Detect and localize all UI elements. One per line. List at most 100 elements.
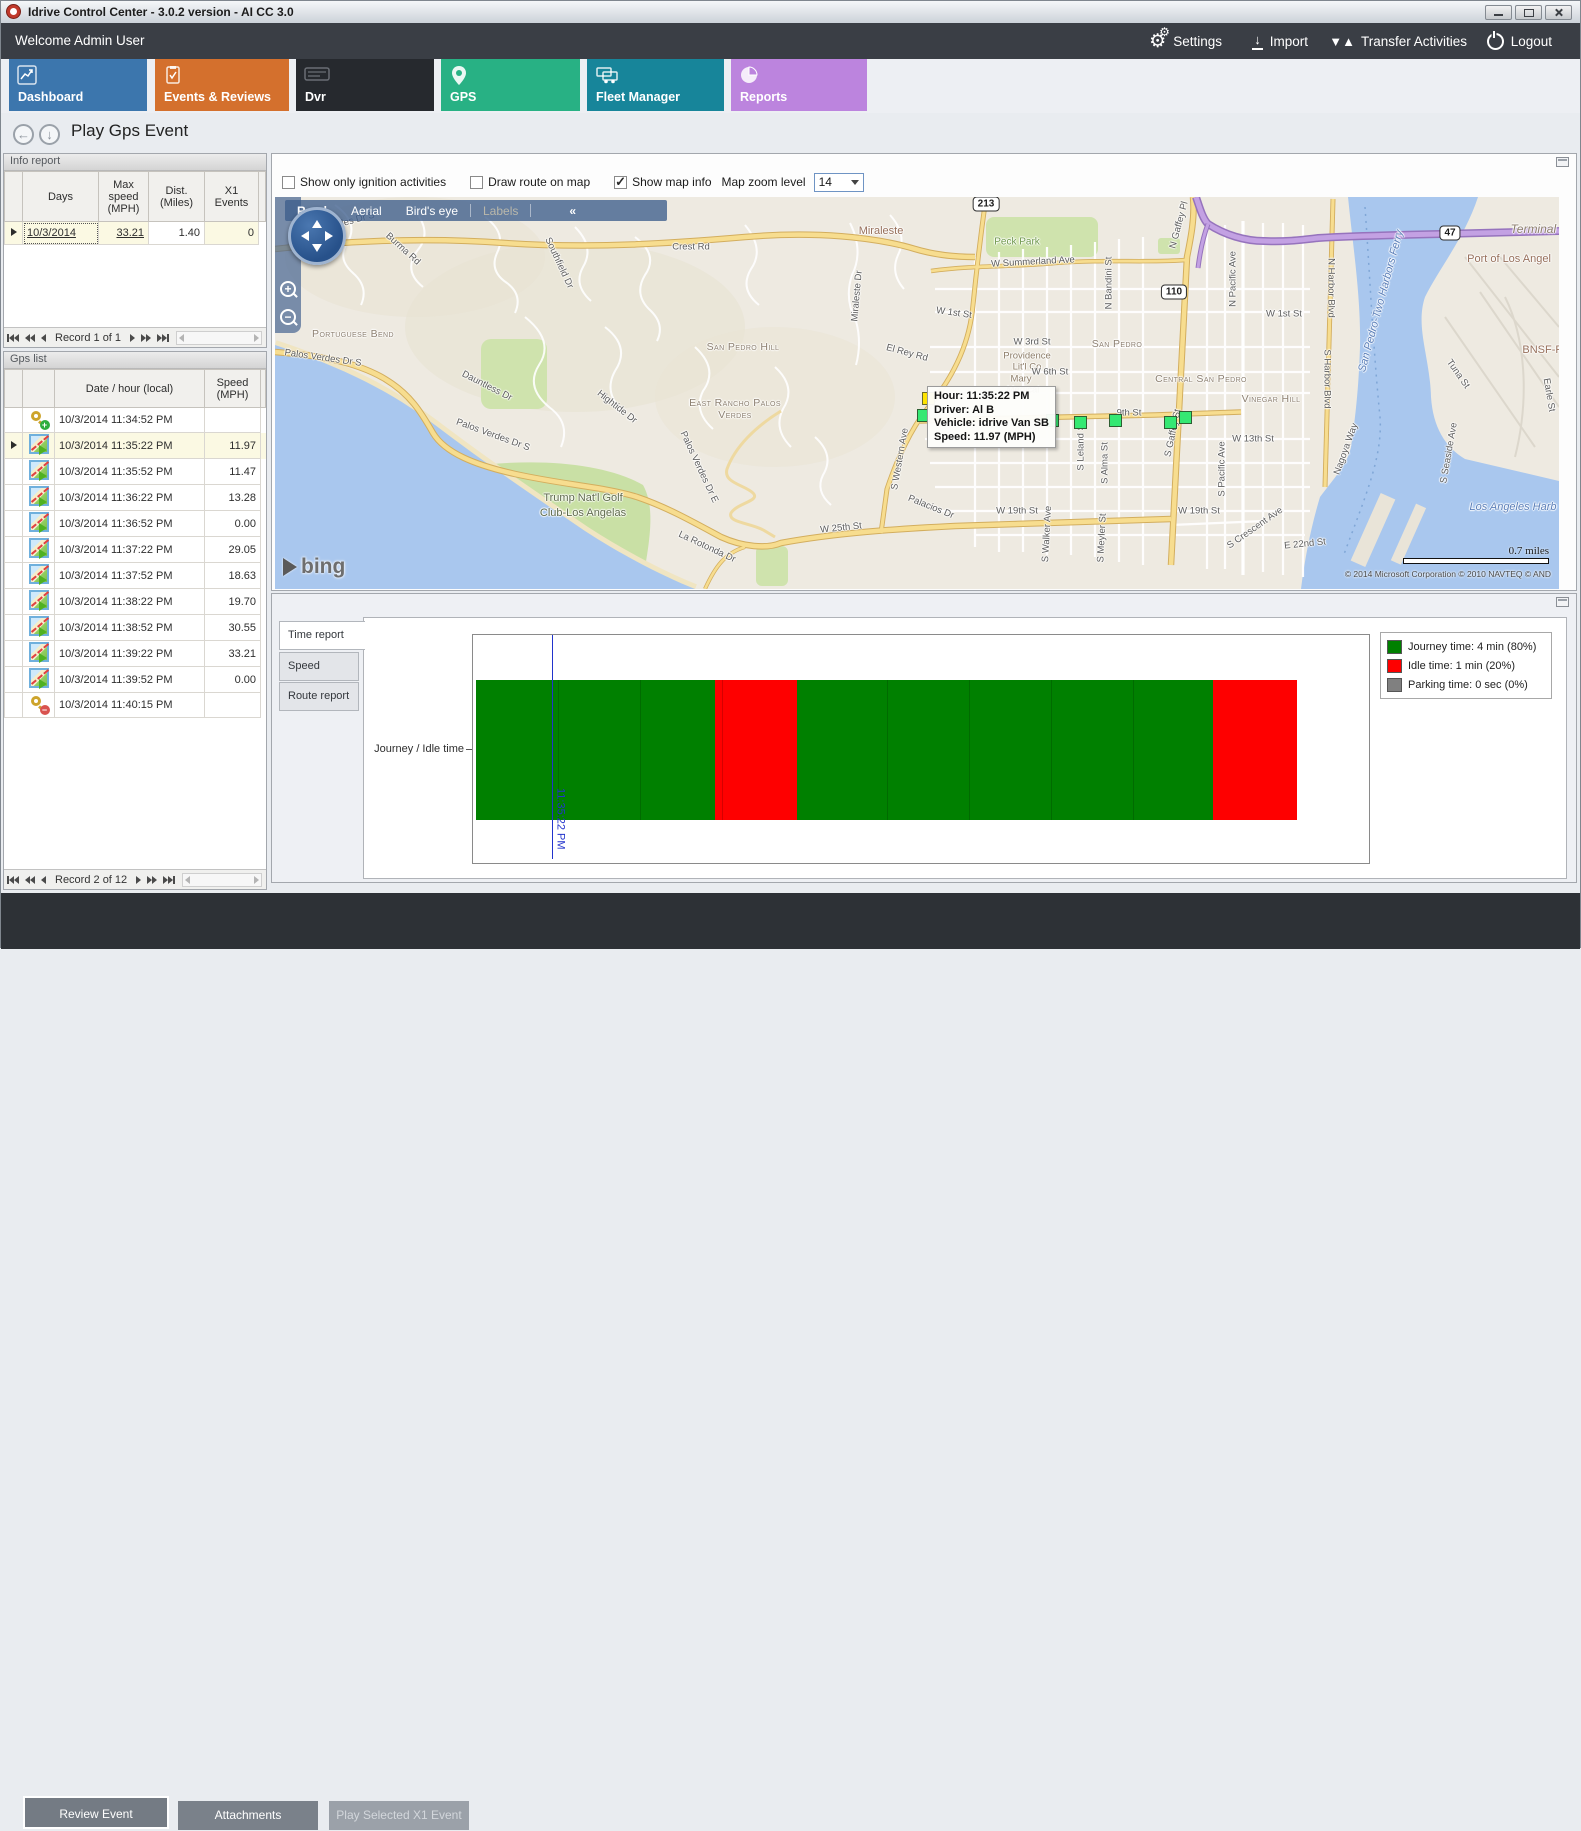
gps-marker[interactable] (1074, 416, 1087, 429)
checkbox-icon[interactable] (470, 176, 483, 189)
horizontal-scrollbar[interactable] (176, 331, 262, 345)
gps-list-row[interactable]: 10/3/2014 11:37:52 PM18.63 (5, 563, 266, 589)
first-record-button[interactable] (7, 334, 19, 342)
legend-swatch (1387, 678, 1402, 692)
gps-marker[interactable] (1109, 414, 1122, 427)
record-counter: Record 1 of 1 (55, 332, 121, 344)
tab-events-reviews[interactable]: Events & Reviews (155, 59, 289, 111)
checkbox-label: Show map info (632, 175, 711, 189)
checkbox-icon[interactable] (282, 176, 295, 189)
gps-list-row[interactable]: 10/3/2014 11:38:52 PM30.55 (5, 615, 266, 641)
gps-list-row[interactable]: 10/3/2014 11:38:22 PM19.70 (5, 589, 266, 615)
dvr-icon (304, 65, 330, 83)
transfer-activities-button[interactable]: Transfer Activities (1329, 23, 1467, 59)
tab-route-report[interactable]: Route report (279, 682, 359, 711)
gps-list-row[interactable]: +10/3/2014 11:34:52 PM (5, 408, 266, 433)
tab-time-report[interactable]: Time report (279, 621, 365, 650)
checkbox-draw-route[interactable]: Draw route on map (470, 175, 590, 189)
last-record-button[interactable] (157, 334, 169, 342)
col-max-speed[interactable]: Max speed (MPH) (99, 172, 149, 222)
gps-point-icon (29, 668, 49, 688)
col-speed[interactable]: Speed (MPH) (205, 370, 261, 408)
col-datetime[interactable]: Date / hour (local) (55, 370, 205, 408)
play-selected-x1-button[interactable]: Play Selected X1 Event (329, 1801, 469, 1830)
map-mode-labels[interactable]: Labels (483, 204, 518, 218)
pan-down-icon[interactable] (312, 244, 322, 257)
info-report-row[interactable]: 10/3/2014 33.21 1.40 0 (5, 222, 266, 245)
settings-button[interactable]: Settings (1149, 23, 1222, 59)
last-record-button[interactable] (163, 876, 175, 884)
days-cell[interactable]: 10/3/2014 (23, 222, 99, 245)
zoom-in-button[interactable]: + (280, 281, 296, 297)
max-speed-cell[interactable]: 33.21 (99, 222, 149, 245)
map-label: W 13th St (1232, 434, 1274, 445)
col-x1-events[interactable]: X1 Events (205, 172, 259, 222)
pan-right-icon[interactable] (325, 231, 338, 241)
col-dist[interactable]: Dist. (Miles) (149, 172, 205, 222)
gps-list-row[interactable]: 10/3/2014 11:35:22 PM11.97 (5, 433, 266, 459)
maximize-button[interactable] (1515, 5, 1542, 20)
zoom-out-button[interactable]: − (280, 309, 296, 325)
gps-list-row[interactable]: 10/3/2014 11:37:22 PM29.05 (5, 537, 266, 563)
map-mode-birdseye[interactable]: Bird's eye (406, 204, 458, 218)
next-record-button[interactable] (136, 876, 141, 884)
fast-prev-button[interactable] (25, 876, 35, 884)
first-record-button[interactable] (7, 876, 19, 884)
col-days[interactable]: Days (23, 172, 99, 222)
attachments-button[interactable]: Attachments (178, 1801, 318, 1830)
import-button[interactable]: Import (1252, 23, 1308, 59)
pan-up-icon[interactable] (312, 215, 322, 228)
gps-marker[interactable] (1179, 411, 1192, 424)
gps-list-row[interactable]: 10/3/2014 11:36:52 PM0.00 (5, 511, 266, 537)
tab-fleet-manager[interactable]: Fleet Manager (587, 59, 724, 111)
prev-record-button[interactable] (41, 876, 46, 884)
back-button[interactable] (13, 124, 34, 145)
legend-swatch (1387, 659, 1402, 673)
gps-list-row[interactable]: 10/3/2014 11:36:22 PM13.28 (5, 485, 266, 511)
tab-gps[interactable]: GPS (441, 59, 580, 111)
gps-list-row[interactable]: 10/3/2014 11:39:52 PM0.00 (5, 667, 266, 693)
map-pan-compass[interactable] (288, 207, 346, 265)
collapse-panel-icon[interactable] (1556, 157, 1569, 167)
highway-shield: 213 (973, 197, 1000, 212)
fast-next-button[interactable] (147, 876, 157, 884)
map-canvas[interactable]: Road Aerial Bird's eye Labels « + − Mira… (275, 197, 1559, 589)
close-button[interactable] (1545, 5, 1572, 20)
review-event-button[interactable]: Review Event (23, 1796, 169, 1829)
checkbox-icon[interactable] (614, 176, 627, 189)
down-button[interactable] (39, 124, 60, 145)
checkbox-show-map-info[interactable]: Show map info (614, 175, 711, 189)
horizontal-scrollbar[interactable] (182, 873, 262, 887)
title-bar: Idrive Control Center - 3.0.2 version - … (1, 1, 1580, 24)
map-label: San Pedro Hill (707, 341, 780, 353)
map-mode-aerial[interactable]: Aerial (351, 204, 382, 218)
logout-button[interactable]: Logout (1487, 23, 1552, 59)
gps-list-row[interactable]: 10/3/2014 11:39:22 PM33.21 (5, 641, 266, 667)
transfer-arrows-icon (1329, 34, 1354, 49)
datetime-cell: 10/3/2014 11:39:52 PM (55, 667, 205, 693)
gps-list-row[interactable]: 10/3/2014 11:35:52 PM11.47 (5, 459, 266, 485)
map-label: W 3rd St (1014, 337, 1051, 348)
tab-dvr[interactable]: Dvr (296, 59, 434, 111)
fast-prev-button[interactable] (25, 334, 35, 342)
gps-list-row[interactable]: −10/3/2014 11:40:15 PM (5, 693, 266, 718)
datetime-cell: 10/3/2014 11:37:52 PM (55, 563, 205, 589)
tab-label: Dashboard (18, 90, 83, 104)
collapse-panel-icon[interactable] (1556, 597, 1569, 607)
map-scale: 0.7 miles (1403, 545, 1549, 564)
minimize-button[interactable] (1485, 5, 1512, 20)
pan-left-icon[interactable] (296, 231, 309, 241)
prev-record-button[interactable] (41, 334, 46, 342)
next-record-button[interactable] (130, 334, 135, 342)
legend-label: Idle time: 1 min (20%) (1408, 660, 1515, 672)
map-bar-collapse-button[interactable]: « (569, 204, 574, 218)
checkbox-show-ignition[interactable]: Show only ignition activities (282, 175, 446, 189)
tab-dashboard[interactable]: Dashboard (9, 59, 147, 111)
map-zoom-dropdown[interactable]: 14 (814, 173, 864, 192)
fast-next-button[interactable] (141, 334, 151, 342)
legend-entry: Parking time: 0 sec (0%) (1387, 675, 1545, 694)
interval-gridline (969, 680, 970, 820)
tab-speed-graphic[interactable]: Speed graphic (279, 652, 359, 681)
tab-reports[interactable]: Reports (731, 59, 867, 111)
gps-marker[interactable] (1164, 416, 1177, 429)
